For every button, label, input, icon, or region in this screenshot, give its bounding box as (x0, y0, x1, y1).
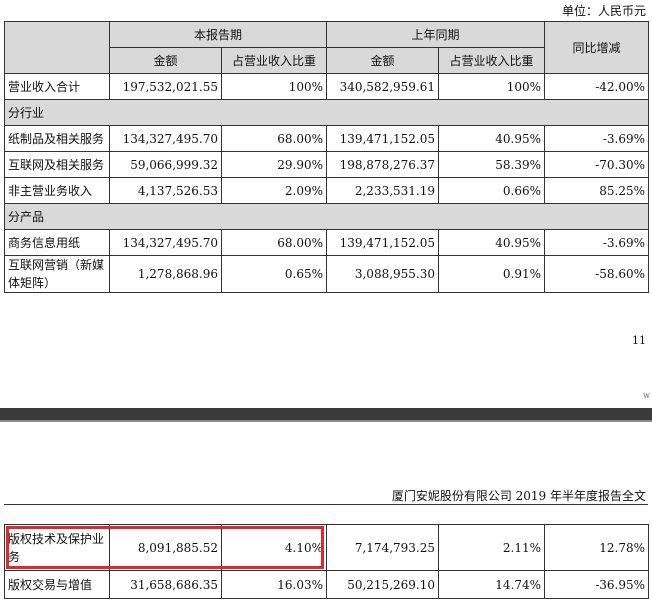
header-amount: 金额 (109, 47, 222, 74)
prior-amount: 139,471,152.05 (326, 125, 440, 152)
page-number: 11 (632, 334, 646, 347)
prior-amount: 198,878,276.37 (326, 151, 440, 178)
current-amount: 31,658,686.35 (109, 570, 222, 599)
table-row: 互联网及相关服务 59,066,999.32 29.90% 198,878,27… (4, 151, 650, 178)
unit-label: 单位：人民币元 (561, 4, 646, 18)
current-amount: 4,137,526.53 (109, 177, 222, 204)
current-ratio: 68.00% (220, 125, 328, 152)
yoy-change: 85.25% (544, 177, 650, 204)
revenue-table-continued: 版权技术及保护业务 8,091,885.52 4.10% 7,174,793.2… (4, 524, 649, 599)
yoy-change: -3.69% (544, 125, 650, 152)
current-ratio: 16.03% (221, 570, 327, 599)
prior-amount: 50,215,269.10 (326, 570, 439, 599)
table-row: 互联网营销（新媒体矩阵） 1,278,868.96 0.65% 3,088,95… (4, 255, 650, 293)
current-ratio: 4.10% (221, 524, 327, 571)
table-row: 营业收入合计 197,532,021.55 100% 340,582,959.6… (4, 73, 650, 100)
yoy-change: -42.00% (544, 73, 650, 100)
prior-ratio: 14.74% (438, 570, 545, 599)
current-ratio: 2.09% (220, 177, 328, 204)
prior-amount: 3,088,955.30 (326, 255, 440, 293)
table-row: 商务信息用纸 134,327,495.70 68.00% 139,471,152… (4, 229, 650, 256)
prior-ratio: 0.91% (438, 255, 546, 293)
yoy-change: 12.78% (544, 524, 649, 571)
current-amount: 134,327,495.70 (109, 229, 222, 256)
row-label: 纸制品及相关服务 (4, 125, 110, 152)
prior-amount: 2,233,531.19 (326, 177, 440, 204)
header-ratio: 占营业收入比重 (438, 47, 546, 74)
row-label: 版权技术及保护业务 (4, 524, 110, 571)
prior-ratio: 58.39% (438, 151, 546, 178)
header-prior-period: 上年同期 (326, 21, 546, 48)
prior-ratio: 40.95% (438, 229, 546, 256)
prior-ratio: 40.95% (438, 125, 546, 152)
prior-amount: 7,174,793.25 (326, 524, 439, 571)
current-ratio: 100% (220, 73, 328, 100)
report-header: 厦门安妮股份有限公司 2019 年半年度报告全文 (391, 489, 646, 503)
row-label: 商务信息用纸 (4, 229, 110, 256)
yoy-change: -3.69% (544, 229, 650, 256)
current-amount: 1,278,868.96 (109, 255, 222, 293)
page-break-band (0, 408, 652, 420)
table-row: 版权交易与增值 31,658,686.35 16.03% 50,215,269.… (4, 570, 649, 599)
header-amount: 金额 (326, 47, 440, 74)
yoy-change: -70.30% (544, 151, 650, 178)
header-blank (4, 21, 110, 74)
current-ratio: 0.65% (220, 255, 328, 293)
row-label: 互联网及相关服务 (4, 151, 110, 178)
watermark: w (643, 391, 650, 400)
row-label: 非主营业务收入 (4, 177, 110, 204)
row-label: 版权交易与增值 (4, 570, 110, 599)
prior-amount: 340,582,959.61 (326, 73, 440, 100)
current-amount: 197,532,021.55 (109, 73, 222, 100)
prior-ratio: 100% (438, 73, 546, 100)
table-row: 版权技术及保护业务 8,091,885.52 4.10% 7,174,793.2… (4, 524, 649, 571)
row-label: 互联网营销（新媒体矩阵） (4, 255, 110, 293)
prior-ratio: 2.11% (438, 524, 545, 571)
header-yoy: 同比增减 (544, 21, 650, 74)
prior-amount: 139,471,152.05 (326, 229, 440, 256)
header-ratio: 占营业收入比重 (220, 47, 328, 74)
current-amount: 59,066,999.32 (109, 151, 222, 178)
section-industry: 分行业 (3, 99, 650, 126)
current-ratio: 29.90% (220, 151, 328, 178)
row-label: 营业收入合计 (4, 73, 110, 100)
current-amount: 134,327,495.70 (109, 125, 222, 152)
header-rule (4, 504, 648, 505)
yoy-change: -36.95% (544, 570, 649, 599)
current-ratio: 68.00% (220, 229, 328, 256)
section-product: 分产品 (3, 203, 650, 230)
revenue-table: 本报告期 上年同期 同比增减 金额 占营业收入比重 金额 占营业收入比重 营业收… (3, 21, 650, 293)
current-amount: 8,091,885.52 (109, 524, 222, 571)
table-row: 非主营业务收入 4,137,526.53 2.09% 2,233,531.19 … (4, 177, 650, 204)
table-row: 纸制品及相关服务 134,327,495.70 68.00% 139,471,1… (4, 125, 650, 152)
prior-ratio: 0.66% (438, 177, 546, 204)
yoy-change: -58.60% (544, 255, 650, 293)
header-current-period: 本报告期 (108, 21, 328, 48)
page-break-shadow (0, 420, 652, 422)
